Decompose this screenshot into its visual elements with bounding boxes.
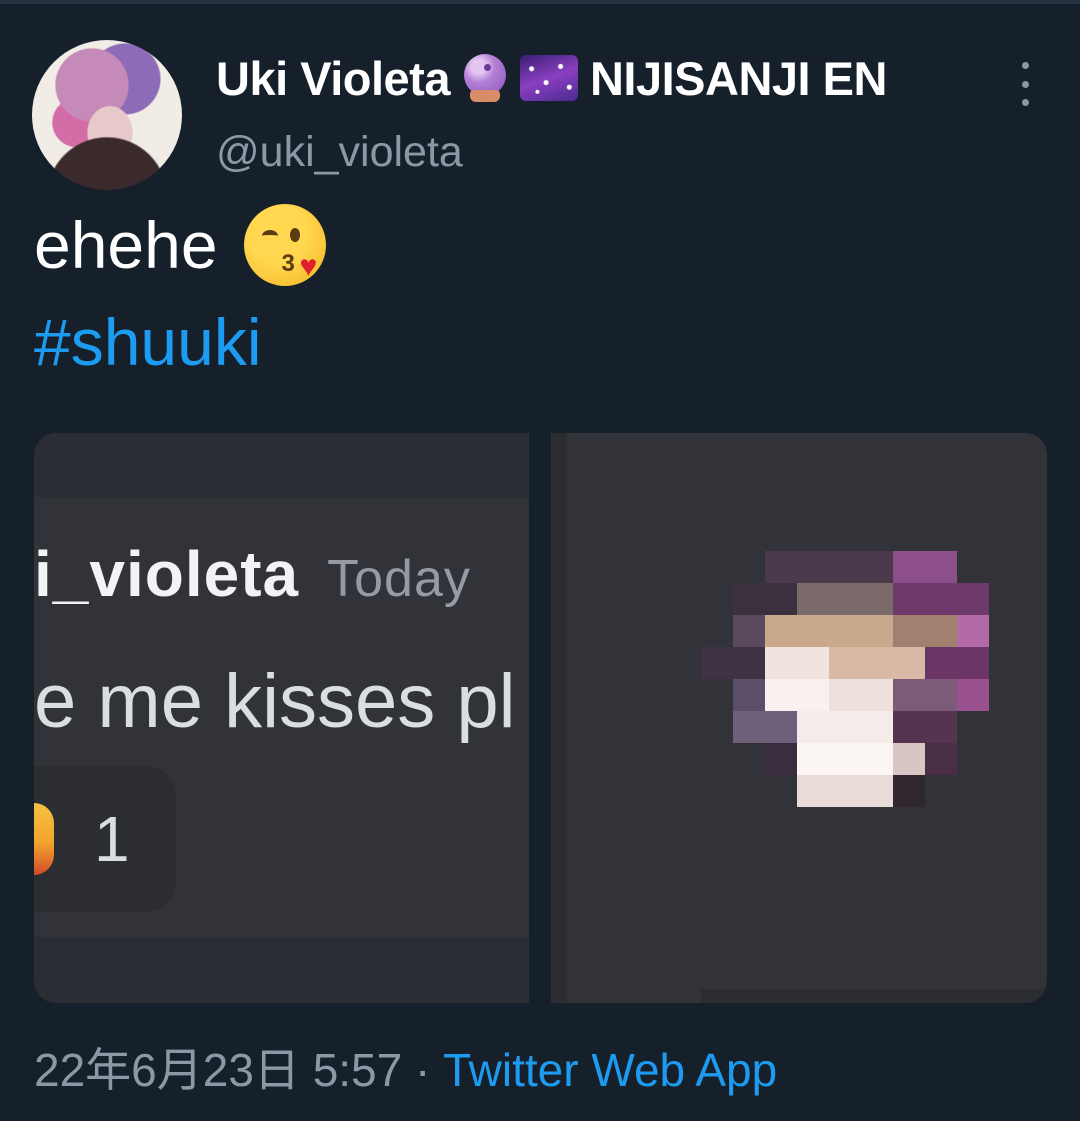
milky-way-icon <box>519 55 578 101</box>
user-name[interactable]: Uki Violeta <box>216 51 450 106</box>
cropped-message: e me kisses pl <box>34 659 516 744</box>
avatar[interactable] <box>32 40 182 190</box>
crystal-ball-icon <box>462 54 508 102</box>
image-edge <box>551 433 567 1003</box>
cropped-username-text: i_violeta <box>34 538 300 610</box>
cropped-username: i_violeta Today <box>34 537 471 611</box>
media-image-right[interactable] <box>551 433 1047 1003</box>
tweet-body: ehehe <box>34 208 218 282</box>
tweet-text: ehehe 3 ♥ <box>34 202 328 288</box>
user-handle[interactable]: @uki_violeta <box>216 128 463 177</box>
top-divider <box>0 0 1080 4</box>
media-image-left[interactable]: i_violeta Today e me kisses pl 1 <box>34 433 529 1003</box>
meta-separator: · <box>415 1044 431 1096</box>
pixelated-sticker-icon <box>701 551 989 807</box>
hashtag-link[interactable]: #shuuki <box>34 302 262 382</box>
cropped-timestamp: Today <box>327 550 471 608</box>
tweet-metadata: 22年6月23日 5:57 · Twitter Web App <box>34 1040 777 1100</box>
display-name[interactable]: Uki Violeta NIJISANJI EN <box>216 50 887 106</box>
image-bottom-band <box>701 989 1047 1003</box>
reaction-count: 1 <box>94 803 130 875</box>
tweet-source-link[interactable]: Twitter Web App <box>443 1044 777 1096</box>
reaction-emoji-icon <box>34 803 54 875</box>
media-grid: i_violeta Today e me kisses pl 1 <box>34 433 1047 1003</box>
more-options-icon[interactable] <box>1014 62 1036 106</box>
tweet-datetime[interactable]: 22年6月23日 5:57 <box>34 1044 402 1096</box>
kissing-face-icon: 3 ♥ <box>242 202 328 288</box>
user-affiliation[interactable]: NIJISANJI EN <box>590 51 887 106</box>
